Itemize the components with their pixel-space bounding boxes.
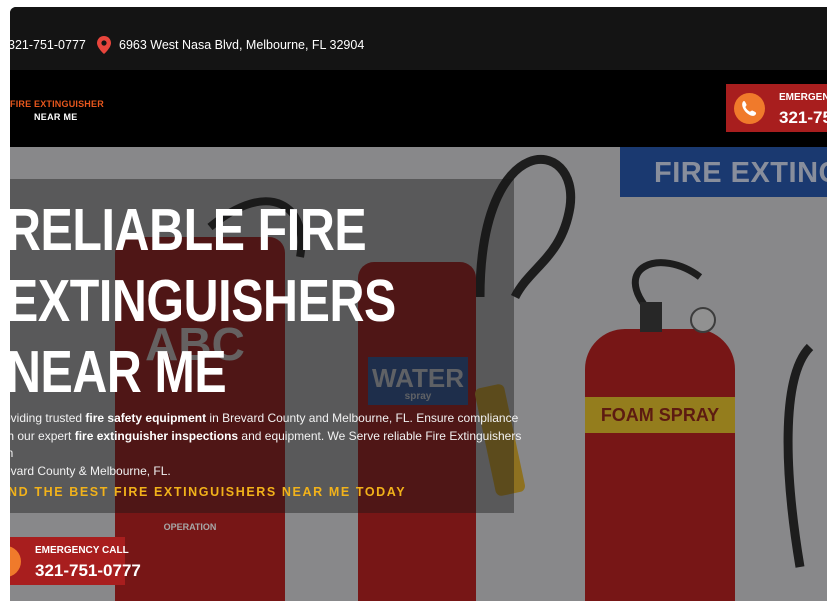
- header-emergency-number: 321-751: [779, 108, 827, 127]
- desc-bold: fire safety equipment: [85, 411, 207, 425]
- hero-cta-link[interactable]: ND THE BEST FIRE EXTINGUISHERS NEAR ME T…: [10, 485, 406, 499]
- header-emergency-label: EMERGENC: [779, 92, 827, 103]
- logo-line-1: FIRE EXTINGUISHER: [10, 99, 104, 109]
- hero-title-line: NEAR ME: [10, 339, 227, 405]
- topbar-address-link[interactable]: 6963 West Nasa Blvd, Melbourne, FL 32904: [119, 38, 364, 52]
- hero-emergency-number: 321-751-0777: [35, 561, 141, 580]
- desc-text: th our expert: [10, 428, 75, 443]
- logo-line-2: NEAR ME: [34, 112, 78, 122]
- desc-text: evard County & Melbourne, FL.: [10, 463, 171, 478]
- desc-text: oviding trusted: [10, 411, 86, 425]
- top-contact-bar: 321-751-0777 6963 West Nasa Blvd, Melbou…: [10, 7, 827, 70]
- browser-viewport: 321-751-0777 6963 West Nasa Blvd, Melbou…: [10, 7, 827, 601]
- phone-icon: [734, 93, 765, 124]
- hero-emergency-label: EMERGENCY CALL: [35, 545, 129, 556]
- hero-title-line: RELIABLE FIRE: [10, 197, 367, 263]
- header-emergency-call-button[interactable]: EMERGENC 321-751: [726, 84, 827, 132]
- phone-icon: [10, 546, 21, 577]
- hero-emergency-call-button[interactable]: EMERGENCY CALL 321-751-0777: [10, 537, 141, 585]
- hero-title: RELIABLE FIRE EXTINGUISHERS NEAR ME: [10, 195, 566, 408]
- main-header: [10, 70, 827, 147]
- hero-title-line: EXTINGUISHERS: [10, 268, 396, 334]
- hero-description: oviding trusted fire safety equipment in…: [10, 410, 524, 480]
- topbar-phone-link[interactable]: 321-751-0777: [10, 38, 86, 52]
- desc-bold: fire extinguisher inspections: [74, 428, 239, 443]
- location-pin-icon: [97, 36, 111, 57]
- desc-text: in Brevard County and Melbourne, FL. Ens…: [206, 411, 519, 425]
